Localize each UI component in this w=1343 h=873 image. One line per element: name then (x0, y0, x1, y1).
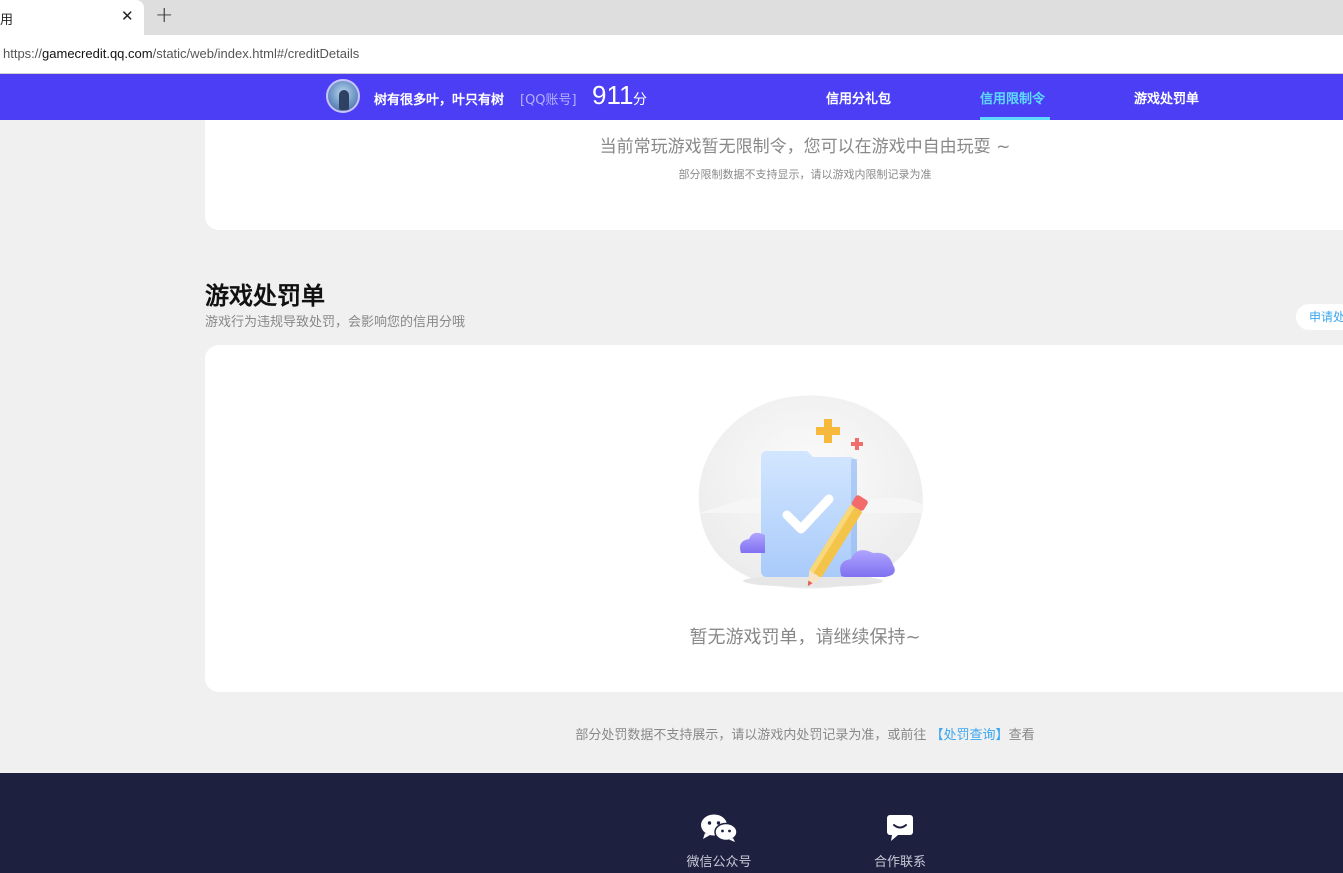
footer-contact-label: 合作联系 (873, 855, 926, 870)
chat-bubble-icon (887, 815, 913, 841)
empty-penalty-message: 暂无游戏罚单，请继续保持~ (689, 627, 921, 648)
credit-score: 911 (592, 80, 634, 110)
close-tab-icon[interactable]: ✕ (121, 7, 134, 25)
apply-appeal-button[interactable]: 申请处 (1296, 304, 1343, 330)
footer-contact[interactable]: 合作联系 (850, 813, 950, 870)
note-suffix: 查看 (1008, 728, 1035, 743)
footer-wechat-label: 微信公众号 (686, 855, 752, 870)
new-tab-icon[interactable]: + (155, 3, 173, 28)
browser-tab-bar: 用 ✕ + (0, 0, 1343, 35)
restriction-card: 当前常玩游戏暂无限制令，您可以在游戏中自由玩耍 ~ 部分限制数据不支持显示，请以… (205, 120, 1343, 230)
user-nickname: 树有很多叶，叶只有树 (374, 93, 505, 108)
url-host: gamecredit.qq.com (42, 46, 153, 61)
url-prefix: https:// (3, 46, 43, 61)
credit-score-unit: 分 (633, 92, 647, 108)
section-title: 游戏处罚单 (205, 282, 325, 310)
tab-title: 用 (0, 13, 14, 28)
account-type: [QQ账号] (520, 93, 577, 108)
url-path: /static/web/index.html#/creditDetails (152, 46, 360, 61)
section-subtitle: 游戏行为违规导致处罚，会影响您的信用分哦 (205, 315, 466, 330)
penalty-query-link[interactable]: 【处罚查询】 (931, 728, 1009, 743)
nav-penalty-ticket[interactable]: 游戏处罚单 (1134, 88, 1199, 107)
nav-gift-pack[interactable]: 信用分礼包 (826, 88, 891, 107)
penalty-card: 暂无游戏罚单，请继续保持~ (205, 345, 1343, 692)
site-footer: 微信公众号 合作联系 (0, 773, 1343, 873)
browser-tab[interactable]: 用 ✕ (0, 0, 144, 35)
wechat-icon (701, 814, 738, 842)
address-bar[interactable]: https://gamecredit.qq.com/static/web/ind… (0, 35, 1343, 74)
restriction-note: 部分限制数据不支持显示，请以游戏内限制记录为准 (678, 168, 932, 181)
nav-restriction-order[interactable]: 信用限制令 (980, 88, 1045, 107)
avatar[interactable] (326, 79, 360, 113)
site-header: 树有很多叶，叶只有树 [QQ账号] 911 分 信用分礼包 信用限制令 游戏处罚… (0, 74, 1343, 120)
footer-wechat[interactable]: 微信公众号 (669, 813, 769, 870)
clipboard-check-pencil-icon (698, 395, 923, 589)
url-text[interactable]: https://gamecredit.qq.com/static/web/ind… (3, 46, 359, 61)
penalty-data-note: 部分处罚数据不支持展示，请以游戏内处罚记录为准，或前往 【处罚查询】查看 (0, 724, 1343, 743)
note-prefix: 部分处罚数据不支持展示，请以游戏内处罚记录为准，或前往 (575, 728, 931, 743)
restriction-message: 当前常玩游戏暂无限制令，您可以在游戏中自由玩耍 ~ (599, 137, 1011, 157)
